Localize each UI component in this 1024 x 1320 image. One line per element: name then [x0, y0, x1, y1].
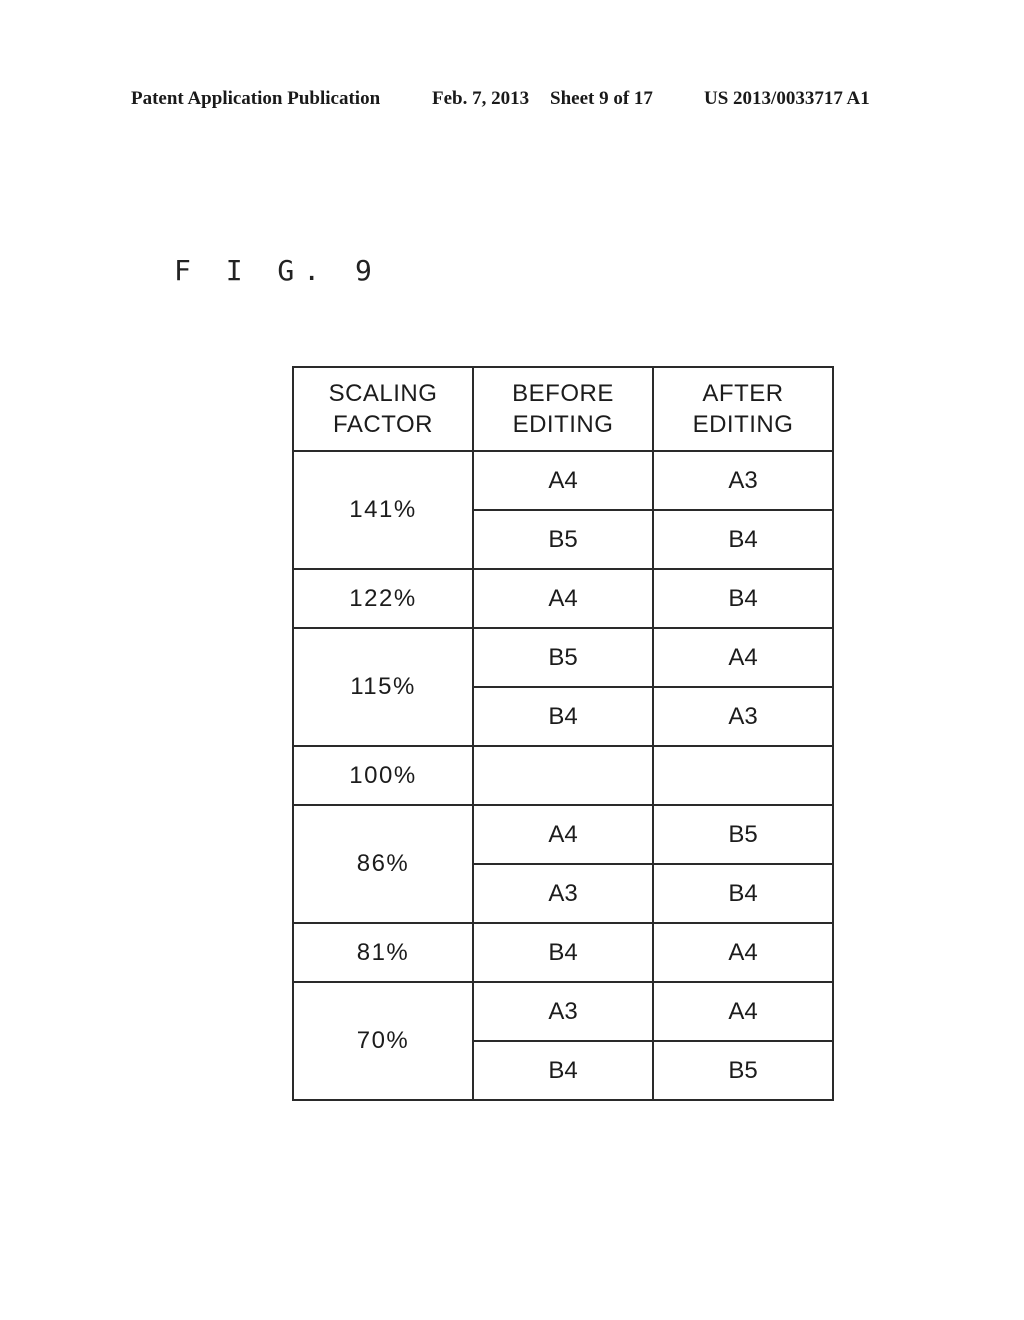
sheet-number: Sheet 9 of 17	[550, 88, 653, 109]
before-editing-cell: B4	[472, 922, 654, 983]
after-editing-cell: A4	[652, 981, 834, 1042]
after-editing-cell: A4	[652, 922, 834, 983]
before-editing-cell	[472, 745, 654, 806]
scaling-factor-cell: 100%	[292, 745, 474, 806]
after-editing-cell: B4	[652, 863, 834, 924]
page-header: Patent Application Publication Feb. 7, 2…	[0, 88, 1024, 116]
before-editing-cell: B4	[472, 1040, 654, 1101]
before-editing-cell: A4	[472, 804, 654, 865]
header-before-editing: BEFORE EDITING	[472, 366, 654, 452]
table-row: 81% B4 A4	[292, 922, 834, 983]
scaling-factor-cell: 86%	[292, 804, 474, 924]
after-editing-cell: A3	[652, 450, 834, 511]
scaling-factor-cell: 81%	[292, 922, 474, 983]
after-editing-cell: B4	[652, 509, 834, 570]
before-editing-cell: B5	[472, 627, 654, 688]
scaling-factor-cell: 115%	[292, 627, 474, 747]
header-after-editing: AFTER EDITING	[652, 366, 834, 452]
after-editing-cell: A3	[652, 686, 834, 747]
after-editing-cell	[652, 745, 834, 806]
scaling-factor-cell: 141%	[292, 450, 474, 570]
after-editing-cell: B4	[652, 568, 834, 629]
publication-title: Patent Application Publication	[131, 88, 381, 109]
publication-date: Feb. 7, 2013	[432, 88, 530, 109]
table-row: 122% A4 B4	[292, 568, 834, 629]
table-row: 115% B5 A4	[292, 627, 834, 747]
header-row: SCALING FACTOR BEFORE EDITING AFTER EDIT…	[292, 366, 834, 452]
patent-number: US 2013/0033717 A1	[704, 88, 870, 109]
after-editing-cell: B5	[652, 804, 834, 865]
table-row: 70% A3 A4	[292, 981, 834, 1101]
scaling-table: SCALING FACTOR BEFORE EDITING AFTER EDIT…	[292, 366, 834, 1101]
before-editing-cell: A3	[472, 981, 654, 1042]
table-row: 141% A4 A3	[292, 450, 834, 570]
table-row: 86% A4 B5	[292, 804, 834, 924]
header-scaling-factor: SCALING FACTOR	[292, 366, 474, 452]
scaling-factor-cell: 122%	[292, 568, 474, 629]
scaling-factor-cell: 70%	[292, 981, 474, 1101]
before-editing-cell: B4	[472, 686, 654, 747]
table-row: 100%	[292, 745, 834, 806]
before-editing-cell: A3	[472, 863, 654, 924]
figure-label: F I G. 9	[174, 254, 381, 287]
before-editing-cell: A4	[472, 568, 654, 629]
before-editing-cell: A4	[472, 450, 654, 511]
after-editing-cell: B5	[652, 1040, 834, 1101]
after-editing-cell: A4	[652, 627, 834, 688]
before-editing-cell: B5	[472, 509, 654, 570]
